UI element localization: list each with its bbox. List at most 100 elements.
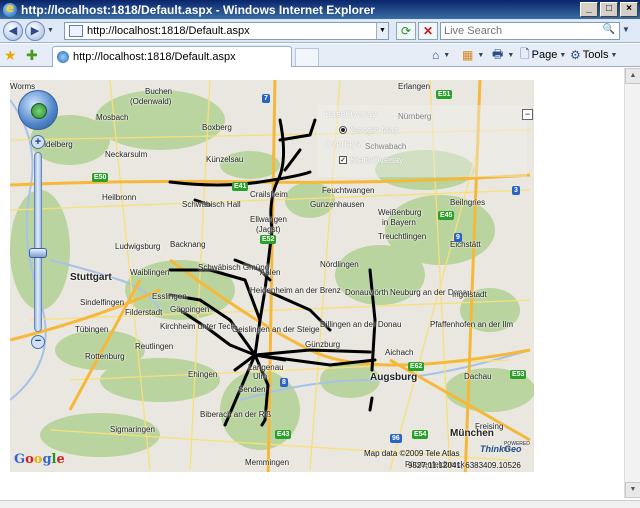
scroll-down-button[interactable]: ▼ [625, 482, 640, 498]
town-label: Buchen [145, 87, 173, 96]
road-shield: E41 [232, 182, 249, 191]
map-copyright: Map data ©2009 Tele Atlas [364, 449, 460, 458]
static-overlay-option[interactable]: ✓ StaticOverlay [339, 155, 404, 165]
town-label: Schwäbisch Hall [182, 200, 241, 209]
town-label: Heidenheim an der Brenz [250, 286, 341, 295]
town-label: Augsburg [370, 372, 418, 383]
zoom-out-button[interactable]: − [31, 335, 45, 349]
search-input[interactable] [441, 23, 599, 39]
road-shield: E54 [412, 430, 429, 439]
add-favorites-icon[interactable]: ✚ [26, 47, 38, 64]
town-label: Ingolstadt [452, 290, 487, 299]
print-button[interactable]: 🖶 ▼ [492, 46, 514, 64]
town-label: Ellwangen [250, 215, 287, 224]
minimize-button[interactable]: _ [580, 2, 598, 17]
town-label: Tübingen [75, 325, 109, 334]
town-label: Stuttgart [70, 272, 112, 283]
zoom-slider-track[interactable] [34, 152, 42, 332]
town-label: Rottenburg [85, 352, 125, 361]
layer-switcher: BaseOverlay Google Map Overlays ✓ Static… [317, 105, 527, 177]
gear-icon: ⚙ [570, 48, 581, 62]
town-label: Boxberg [202, 123, 232, 132]
globe-icon[interactable] [31, 103, 47, 119]
town-label: Erlangen [398, 82, 431, 91]
print-icon: 🖶 [492, 46, 504, 61]
history-dropdown[interactable]: ▼ [47, 27, 57, 34]
town-label: Aichach [385, 348, 414, 357]
map-viewport[interactable]: Worms Erlangen Buchen (Odenwald) Nürnberg Mos… [10, 80, 534, 472]
address-dropdown[interactable]: ▼ [376, 23, 388, 39]
address-bar[interactable]: http://localhost:1818/Default.aspx ▼ [64, 22, 389, 40]
tools-menu[interactable]: ⚙ Tools ▼ [570, 46, 617, 64]
home-button[interactable]: ⌂ ▼ [432, 46, 450, 64]
road-shield: 9 [454, 233, 462, 242]
forward-button[interactable]: ▶ [25, 20, 45, 41]
google-map-option[interactable]: Google Map [339, 125, 399, 135]
title-bar: http://localhost:1818/Default.aspx - Win… [0, 0, 640, 19]
zoom-in-button[interactable]: + [31, 135, 45, 149]
town-label: Schwäbisch Gmünd [198, 263, 270, 272]
static-overlay-checkbox[interactable]: ✓ [339, 156, 347, 164]
town-label: Kirchheim unter Teck [160, 322, 235, 331]
tab-row: ★ ✚ http://localhost:1818/Default.aspx ⌂… [0, 44, 640, 67]
google-map-radio[interactable] [339, 126, 347, 134]
town-label: Günzburg [305, 340, 341, 349]
window-title: http://localhost:1818/Default.aspx - Win… [21, 2, 375, 17]
page-menu[interactable]: 🗋 Page ▼ [520, 46, 566, 64]
zoom-slider-thumb[interactable] [29, 248, 47, 258]
static-overlay-label: StaticOverlay [350, 155, 404, 165]
back-button[interactable]: ◀ [3, 20, 23, 41]
close-button[interactable]: × [620, 2, 638, 17]
feeds-button[interactable]: ▦ ▼ [462, 46, 484, 64]
town-label: Biberach an der Riß [200, 410, 272, 419]
town-label: Filderstadt [125, 308, 163, 317]
address-url[interactable]: http://localhost:1818/Default.aspx [87, 25, 376, 37]
search-box[interactable]: 🔍 [440, 22, 620, 40]
town-label: Aalen [260, 268, 281, 277]
new-tab-button[interactable] [295, 48, 319, 66]
town-label: Künzelsau [206, 155, 244, 164]
road-shield: E50 [92, 173, 109, 182]
status-bar [0, 500, 640, 508]
favorites-star-icon[interactable]: ★ [4, 47, 17, 64]
search-options-icon[interactable]: ▼ [622, 25, 630, 34]
page-label: Page [531, 49, 558, 61]
town-label: Dachau [464, 372, 492, 381]
address-row: ◀ ▶ ▼ http://localhost:1818/Default.aspx… [0, 19, 640, 43]
town-label: in Bayern [382, 218, 416, 227]
stop-button[interactable]: ✕ [418, 22, 438, 40]
tab-current[interactable]: http://localhost:1818/Default.aspx [52, 46, 292, 67]
town-label: (Jagst) [256, 225, 281, 234]
town-label: Senden [238, 385, 266, 394]
google-map-label: Google Map [350, 125, 400, 135]
town-label: Ehingen [188, 370, 218, 379]
town-label: Weißenburg [378, 208, 422, 217]
road-shield: E62 [408, 362, 425, 371]
town-label: Pfaffenhofen an der Ilm [430, 320, 514, 329]
town-label: Ulm [253, 372, 268, 381]
town-label: Donauwörth [345, 288, 389, 297]
maximize-button[interactable]: □ [600, 2, 618, 17]
feed-icon: ▦ [462, 48, 474, 62]
search-icon[interactable]: 🔍 [600, 24, 618, 38]
road-shield: 8 [280, 378, 288, 387]
refresh-button[interactable]: ⟳ [396, 22, 416, 40]
pan-control[interactable] [18, 90, 58, 130]
town-label: (Odenwald) [130, 97, 172, 106]
road-shield: E53 [510, 370, 527, 379]
tools-label: Tools [582, 49, 609, 61]
scroll-up-button[interactable]: ▲ [625, 68, 640, 84]
town-label: Sindelfingen [80, 298, 125, 307]
town-label: Nördlingen [320, 260, 359, 269]
town-label: Ludwigsburg [115, 242, 161, 251]
town-label: Langenau [248, 363, 284, 372]
town-label: Mosbach [96, 113, 129, 122]
road-shield: 96 [390, 434, 402, 443]
town-label: Backnang [170, 240, 206, 249]
vertical-scrollbar[interactable]: ▲ ▼ [624, 68, 640, 498]
town-label: Sigmaringen [110, 425, 155, 434]
overlays-label: Overlays [325, 139, 361, 149]
switcher-minimize-button[interactable]: − [522, 109, 533, 120]
road-shield: E43 [275, 430, 292, 439]
road-shield: E52 [260, 235, 277, 244]
